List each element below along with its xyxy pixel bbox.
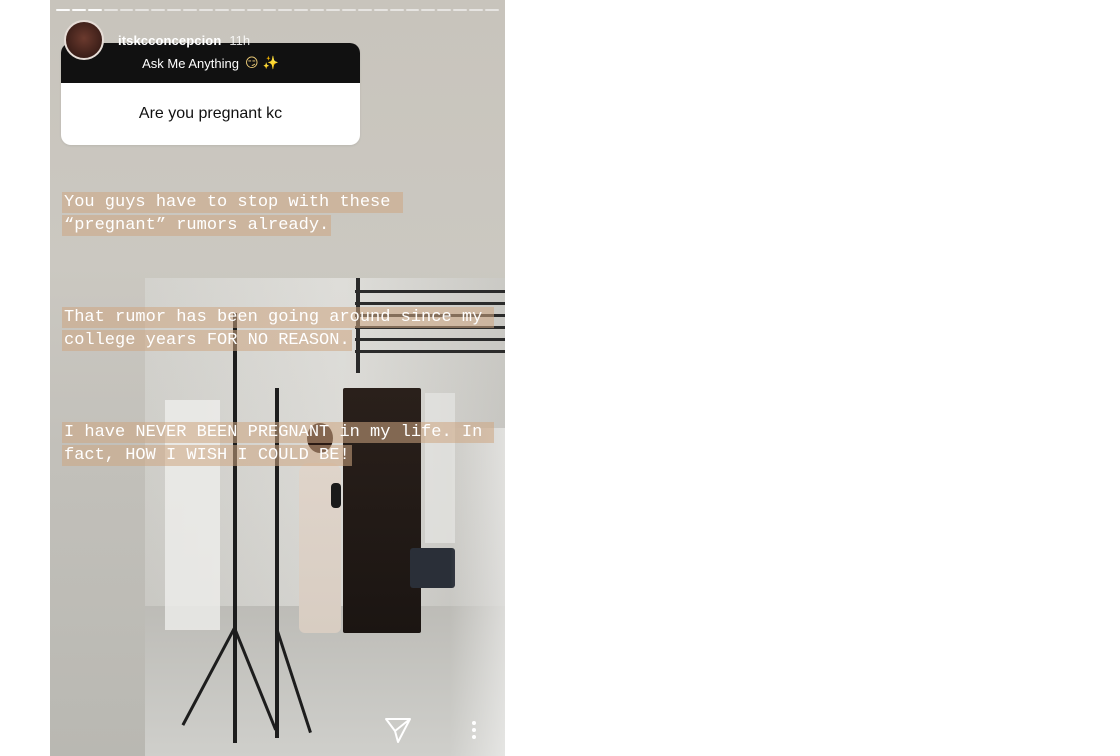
caption-paragraph-3: I have NEVER BEEN PREGNANT in my life. I… [62, 422, 495, 466]
progress-segment [262, 9, 277, 11]
progress-segment [405, 9, 420, 11]
caption-paragraph-1: You guys have to stop with these “pregna… [62, 192, 403, 236]
progress-segment [246, 9, 261, 11]
more-options-icon[interactable] [462, 712, 486, 748]
send-icon[interactable] [380, 712, 416, 748]
caption-paragraph-2: That rumor has been going around since m… [62, 307, 495, 351]
progress-segment [56, 9, 70, 11]
progress-segment [103, 9, 118, 11]
progress-segment [151, 9, 166, 11]
story-caption: You guys have to stop with these “pregna… [62, 145, 495, 536]
progress-segment [119, 9, 134, 11]
progress-segment [167, 9, 182, 11]
progress-segment [214, 9, 229, 11]
progress-segment [485, 9, 499, 11]
more-dot [472, 728, 476, 732]
progress-segment [437, 9, 452, 11]
caption-paragraph: You guys have to stop with these “pregna… [62, 191, 492, 237]
instagram-story[interactable]: itskcconcepcion 11h Ask Me Anything 😏 ✨ … [50, 0, 505, 756]
more-dot [472, 735, 476, 739]
progress-segment [357, 9, 372, 11]
story-progress-bar [56, 9, 499, 12]
page: itskcconcepcion 11h Ask Me Anything 😏 ✨ … [0, 0, 1120, 756]
progress-segment [469, 9, 484, 11]
progress-segment [389, 9, 404, 11]
send-icon-glyph [385, 718, 411, 743]
question-sticker-body: Are you pregnant kc [61, 83, 360, 145]
more-dot [472, 721, 476, 725]
progress-segment [326, 9, 341, 11]
progress-segment [294, 9, 309, 11]
story-username[interactable]: itskcconcepcion [118, 33, 221, 48]
progress-segment [421, 9, 436, 11]
progress-segment [342, 9, 356, 11]
progress-segment [71, 9, 86, 11]
progress-segment [199, 9, 213, 11]
progress-segment [87, 9, 102, 11]
progress-segment [135, 9, 150, 11]
progress-segment [373, 9, 388, 11]
story-header: itskcconcepcion 11h [64, 20, 250, 60]
caption-paragraph: That rumor has been going around since m… [62, 306, 495, 352]
progress-segment [230, 9, 245, 11]
story-timestamp: 11h [229, 32, 251, 48]
photo-equipment [410, 548, 455, 588]
progress-segment [278, 9, 293, 11]
caption-paragraph: I have NEVER BEEN PREGNANT in my life. I… [62, 421, 495, 467]
progress-segment [183, 9, 198, 11]
progress-segment [310, 9, 325, 11]
avatar[interactable] [64, 20, 104, 60]
question-text: Are you pregnant kc [138, 105, 283, 122]
progress-segment [453, 9, 468, 11]
